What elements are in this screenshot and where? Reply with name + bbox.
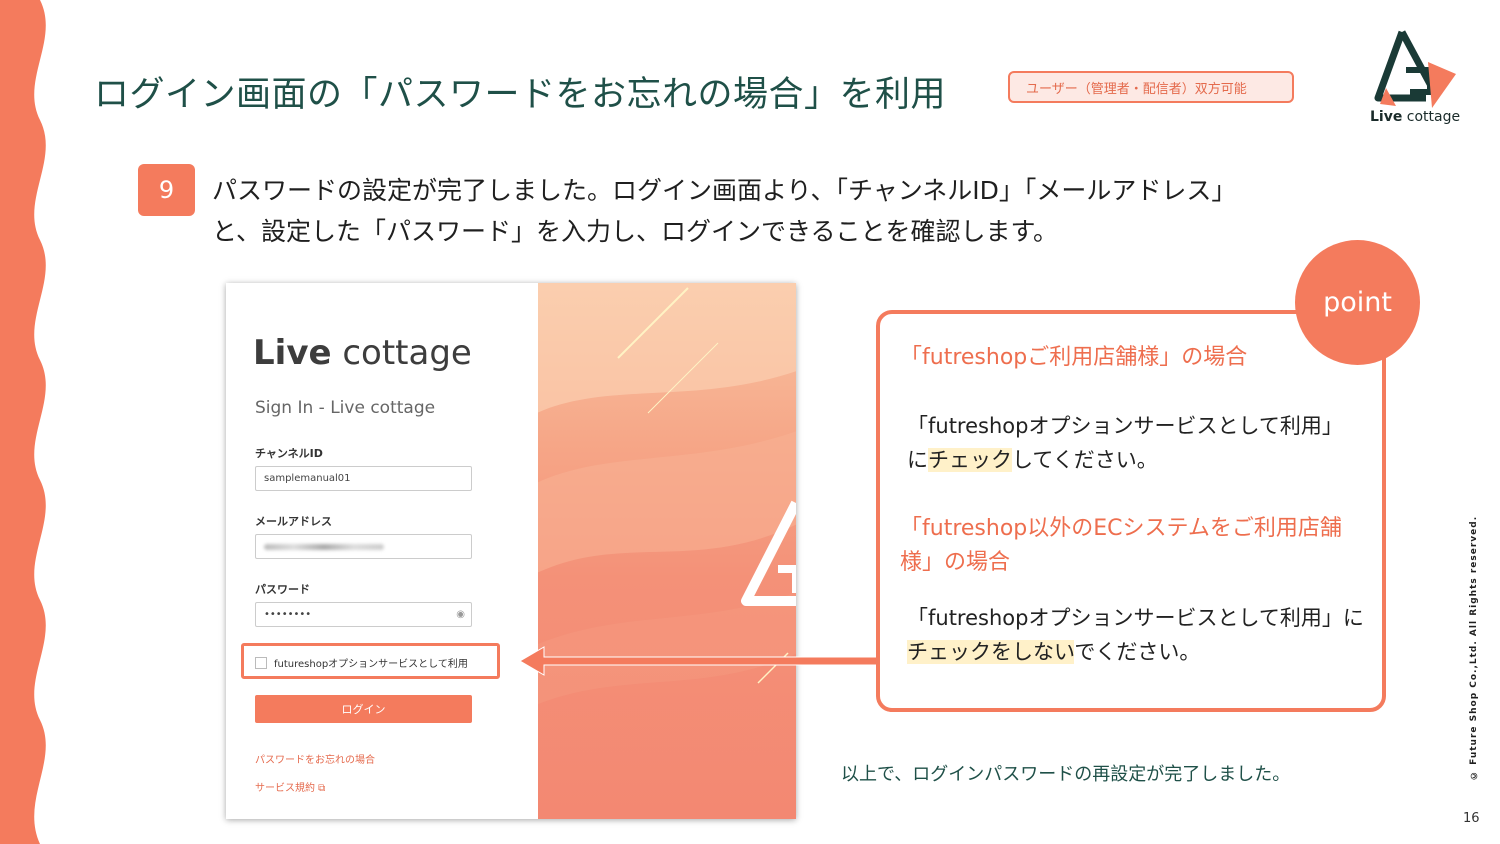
point-badge: point — [1295, 240, 1420, 365]
decorative-wave — [0, 0, 46, 844]
pointer-arrow — [519, 646, 878, 676]
point-body-futureshop-line1: 「futreshopオプションサービスとして利用」 — [907, 414, 1343, 438]
email-input[interactable] — [255, 534, 472, 559]
checkbox-icon[interactable] — [255, 656, 267, 669]
point-heading-other-ec-line2: 様」の場合 — [900, 550, 1011, 575]
login-brand: Live cottage — [253, 333, 472, 373]
login-screenshot: Live cottage Sign In - Live cottage チャンネ… — [226, 283, 796, 819]
logo-text: Live cottage — [1370, 109, 1461, 125]
eye-icon[interactable]: ◉ — [456, 609, 465, 620]
page-number: 16 — [1463, 811, 1480, 826]
page-title: ログイン画面の「パスワードをお忘れの場合」を利用 — [94, 75, 947, 115]
signin-title: Sign In - Live cottage — [255, 398, 436, 418]
point-body-futureshop-line2: にチェックしてください。 — [907, 448, 1158, 472]
password-label: パスワード — [255, 583, 310, 596]
step-line-2: と、設定した「パスワード」を入力し、ログインできることを確認します。 — [212, 217, 1059, 246]
point-heading-other-ec-line1: 「futreshop以外のECシステムをご利用店舗 — [900, 516, 1342, 541]
user-scope-badge: ユーザー（管理者・配信者）双方可能 — [1008, 71, 1294, 103]
channel-id-label: チャンネルID — [255, 447, 323, 460]
hero-decoration — [538, 283, 796, 705]
terms-link[interactable]: サービス規約 ⧉ — [255, 779, 325, 794]
step-number-badge: 9 — [138, 164, 195, 216]
option-service-checkbox[interactable]: futureshopオプションサービスとして利用 — [255, 655, 468, 670]
point-body-other-ec-line2: チェックをしないでください。 — [907, 640, 1201, 664]
blurred-email — [264, 543, 384, 550]
step-line-1: パスワードの設定が完了しました。ログイン画面より、「チャンネルID」「メールアド… — [212, 176, 1237, 205]
conclusion-text: 以上で、ログインパスワードの再設定が完了しました。 — [841, 764, 1291, 785]
step-description: パスワードの設定が完了しました。ログイン画面より、「チャンネルID」「メールアド… — [212, 170, 1312, 252]
option-service-label: futureshopオプションサービスとして利用 — [274, 659, 468, 670]
email-label: メールアドレス — [255, 515, 332, 528]
point-body-other-ec-line1: 「futreshopオプションサービスとして利用」に — [907, 606, 1364, 630]
copyright-text: © Future Shop Co.,Ltd. All Rights reserv… — [1469, 515, 1479, 780]
point-heading-futureshop: 「futreshopご利用店舗様」の場合 — [900, 345, 1248, 370]
channel-id-input[interactable]: samplemanual01 — [255, 466, 472, 491]
password-input[interactable]: •••••••• ◉ — [255, 602, 472, 627]
login-button[interactable]: ログイン — [255, 695, 472, 723]
login-hero-panel — [538, 283, 796, 819]
forgot-password-link[interactable]: パスワードをお忘れの場合 — [255, 751, 375, 766]
